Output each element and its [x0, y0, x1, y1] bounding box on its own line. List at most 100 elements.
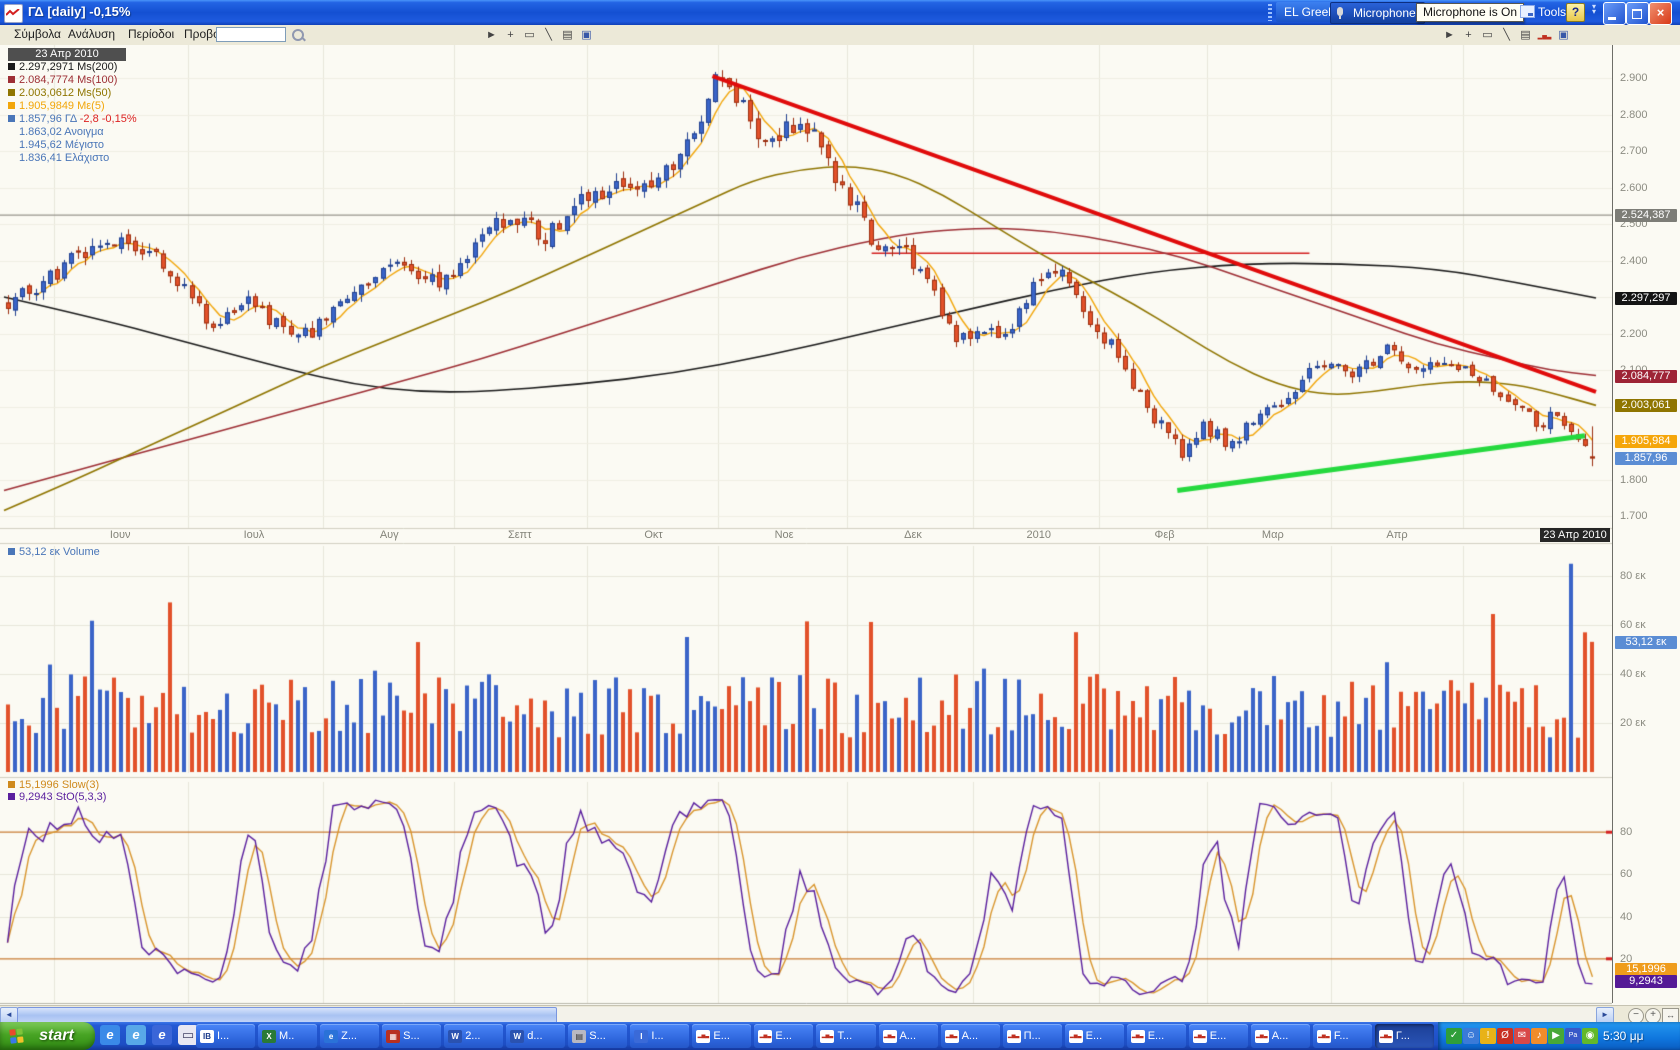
legend-ma200: 2.297,2971 Μs(200) [8, 61, 117, 74]
taskbar-button-label: A... [962, 1024, 979, 1048]
taskbar-button-label: S... [589, 1024, 606, 1048]
add-tool-icon[interactable]: + [1459, 27, 1478, 43]
pointer-tool-icon[interactable]: ► [482, 27, 501, 43]
taskbar-button-4[interactable]: W2... [444, 1024, 503, 1048]
messenger-icon[interactable]: ☺ [1463, 1028, 1479, 1044]
ma50-swatch [8, 89, 15, 96]
tools-button[interactable]: Tools [1520, 3, 1566, 21]
taskbar-button-label: E... [1148, 1024, 1165, 1048]
volume-tick: 40 εκ [1620, 668, 1646, 681]
rectangle-tool-icon[interactable]: ▭ [1478, 27, 1497, 43]
menu-symbols[interactable]: Σύμβολα [8, 25, 67, 44]
help-button[interactable]: ? [1566, 3, 1585, 22]
save-tool-icon[interactable]: ▣ [1554, 27, 1573, 43]
menu-bar: Σύμβολα Ανάλυση Περίοδοι Προβολή ►+▭╲▤▣ … [0, 25, 1680, 46]
language-bar-handle[interactable] [1268, 4, 1272, 21]
taskbar-button-9[interactable]: ▂▅▃E... [754, 1024, 813, 1048]
restore-button[interactable] [1626, 2, 1649, 25]
chart-icon: ▂▅▃ [758, 1030, 772, 1043]
internet-explorer-icon[interactable]: e [100, 1025, 120, 1045]
taskbar-button-14[interactable]: ▂▅▃E... [1065, 1024, 1124, 1048]
taskbar-button-3[interactable]: ▦S... [382, 1024, 441, 1048]
taskbar-button-18[interactable]: ▂▅▃F... [1313, 1024, 1372, 1048]
menu-periods[interactable]: Περίοδοι [122, 25, 180, 44]
taskbar-button-10[interactable]: ▂▅▃T... [816, 1024, 875, 1048]
price-volume-stochastic-canvas[interactable] [0, 45, 1612, 1005]
taskbar-button-label: I... [651, 1024, 663, 1048]
gpu-icon[interactable]: ◉ [1582, 1028, 1598, 1044]
pointer-tool-icon[interactable]: ► [1440, 27, 1459, 43]
taskbar-button-1[interactable]: XM.. [258, 1024, 317, 1048]
player-icon[interactable]: ▶ [1548, 1028, 1564, 1044]
show-desktop-icon[interactable]: ▭ [178, 1025, 198, 1045]
taskbar-button-17[interactable]: ▂▅▃A... [1251, 1024, 1310, 1048]
taskbar-button-19[interactable]: ▂▅▃Γ... [1375, 1024, 1434, 1048]
app-red-icon: ▦ [386, 1030, 400, 1043]
chart-icon: ▂▅▃ [945, 1030, 959, 1043]
taskbar-button-label: F... [1334, 1024, 1349, 1048]
messenger-icon[interactable]: e [152, 1025, 172, 1045]
browser-launch-icon[interactable]: e [126, 1025, 146, 1045]
paint-icon[interactable]: Pa [1565, 1028, 1581, 1044]
app-chart-icon [4, 4, 23, 23]
taskbar-button-16[interactable]: ▂▅▃E... [1189, 1024, 1248, 1048]
stochastic-sto-legend: 9,2943 StO(5,3,3) [8, 791, 106, 804]
price-tick: 2.700 [1620, 145, 1648, 158]
symbol-search-input[interactable] [216, 27, 286, 42]
minimize-button[interactable] [1603, 2, 1626, 25]
antivirus-icon[interactable]: ✓ [1446, 1028, 1462, 1044]
menu-analysis[interactable]: Ανάλυση [62, 25, 121, 44]
chart-icon: ▂▅▃ [1007, 1030, 1021, 1043]
taskbar-button-label: Π... [1024, 1024, 1041, 1048]
ma100-swatch [8, 76, 15, 83]
line-tool-icon[interactable]: ╲ [1497, 27, 1516, 43]
month-label: Νοε [762, 529, 806, 541]
ma5-swatch [8, 102, 15, 109]
language-bar-options-icon[interactable]: ▾▾ [1590, 4, 1598, 20]
taskbar-button-5[interactable]: Wd... [506, 1024, 565, 1048]
legend-open: 1.863,02 Ανοιγμα [19, 126, 104, 139]
taskbar-button-2[interactable]: eZ... [320, 1024, 379, 1048]
month-label: 2010 [1017, 529, 1061, 541]
save-tool-icon[interactable]: ▣ [577, 27, 596, 43]
taskbar-button-label: A... [900, 1024, 917, 1048]
taskbar-button-0[interactable]: IBI... [196, 1024, 255, 1048]
taskbar-button-label: A... [1272, 1024, 1289, 1048]
taskbar-button-6[interactable]: ▤S... [568, 1024, 627, 1048]
rectangle-tool-icon[interactable]: ▭ [520, 27, 539, 43]
ma200-swatch [8, 63, 15, 70]
volume-tick: 20 εκ [1620, 717, 1646, 730]
price-tick: 2.800 [1620, 109, 1648, 122]
grid-tool-icon[interactable]: ▤ [1516, 27, 1535, 43]
chart-icon: ▂▅▃ [1379, 1030, 1393, 1043]
taskbar-button-12[interactable]: ▂▅▃A... [941, 1024, 1000, 1048]
word-icon: W [510, 1030, 524, 1043]
security-shield-icon[interactable]: ! [1480, 1028, 1496, 1044]
grid-tool-icon[interactable]: ▤ [558, 27, 577, 43]
blocked-icon[interactable]: Ø [1497, 1028, 1513, 1044]
close-button[interactable]: × [1649, 2, 1672, 25]
chart-tool-icon[interactable]: ▂▅▃ [1535, 29, 1554, 45]
microphone-button[interactable]: Microphone [1330, 2, 1425, 24]
taskbar-button-11[interactable]: ▂▅▃A... [879, 1024, 938, 1048]
start-button[interactable]: start [0, 1022, 95, 1050]
legend-ma100: 2.084,7774 Μs(100) [8, 74, 117, 87]
taskbar-button-15[interactable]: ▂▅▃E... [1127, 1024, 1186, 1048]
minimize-icon [1608, 17, 1616, 20]
month-label: Μαρ [1251, 529, 1295, 541]
media-icon[interactable]: ♪ [1531, 1028, 1547, 1044]
search-icon[interactable] [292, 29, 304, 41]
taskbar-button-8[interactable]: ▂▅▃E... [692, 1024, 751, 1048]
chart-area[interactable]: 23 Απρ 2010 2.297,2971 Μs(200) 2.084,777… [0, 45, 1680, 1005]
line-tool-icon[interactable]: ╲ [539, 27, 558, 43]
tools-icon [1520, 5, 1535, 18]
taskbar-button-7[interactable]: II... [630, 1024, 689, 1048]
legend-price: 1.857,96 ΓΔ -2,8 -0,15% [8, 113, 137, 126]
chart-icon: ▂▅▃ [820, 1030, 834, 1043]
mail-icon[interactable]: ✉ [1514, 1028, 1530, 1044]
taskbar-button-13[interactable]: ▂▅▃Π... [1003, 1024, 1062, 1048]
add-tool-icon[interactable]: + [501, 27, 520, 43]
stochastic-tick: 60 [1620, 868, 1632, 881]
legend-high: 1.945,62 Μέγιστο [19, 139, 104, 152]
taskbar-button-label: E... [713, 1024, 730, 1048]
